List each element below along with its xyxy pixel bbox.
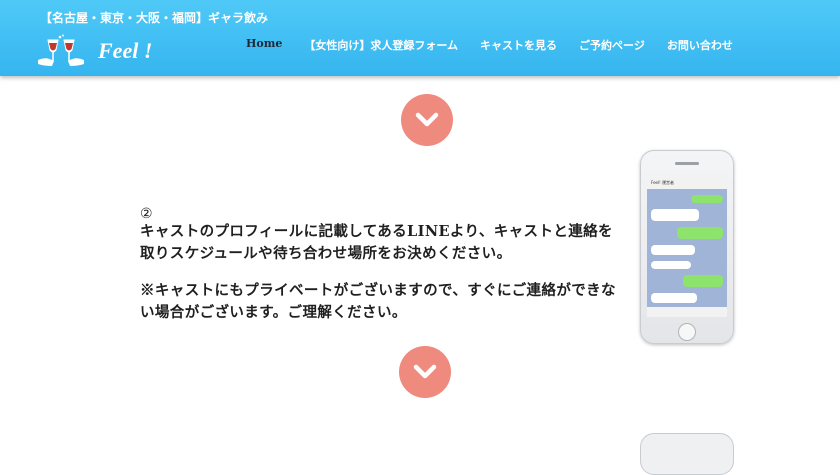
chat-bubble [651,261,691,269]
line-chat-screenshot: Feel! 運営者 [647,177,727,317]
site-logo[interactable]: Feel ! [36,34,166,70]
site-tagline: 【名古屋・東京・大阪・福岡】ギャラ飲み [40,11,269,25]
site-header: 【名古屋・東京・大阪・福岡】ギャラ飲み Feel ! Home 【女性向け】求人… [0,0,840,76]
step-arrow-bottom [399,346,451,398]
smartphone-icon: Feel! 運営者 [640,150,734,344]
step-arrow-top [401,94,453,146]
chat-bubble [691,195,723,203]
chat-bubble [677,227,723,239]
phone-home-button [678,323,696,341]
nav-reservation[interactable]: ご予約ページ [579,37,645,53]
chat-bubble [651,209,699,221]
chat-bubble [683,275,723,287]
smartphone-icon [640,433,734,475]
chat-bubble [651,245,695,255]
nav-recruit-form[interactable]: 【女性向け】求人登録フォーム [304,37,458,53]
chevron-down-icon [413,364,437,379]
chevron-down-icon [415,112,439,127]
wine-glasses-logo-icon [38,34,84,66]
step-note: ※キャストにもプライベートがございますので、すぐにご連絡ができない場合がございま… [140,282,616,321]
chat-title: Feel! 運営者 [647,177,727,189]
chat-bubble [651,293,697,303]
phone-speaker [675,162,699,165]
main-nav: Home 【女性向け】求人登録フォーム キャストを見る ご予約ページ お問い合わ… [246,37,755,53]
logo-text: Feel ! [98,38,153,63]
nav-view-cast[interactable]: キャストを見る [480,37,557,53]
nav-home[interactable]: Home [246,37,282,53]
step-description: キャストのプロフィールに記載してあるLINEより、キャストと連絡を取りスケジュー… [140,223,613,262]
nav-contact[interactable]: お問い合わせ [667,37,733,53]
step-number: ② [140,206,153,222]
chat-input-bar [647,307,727,317]
